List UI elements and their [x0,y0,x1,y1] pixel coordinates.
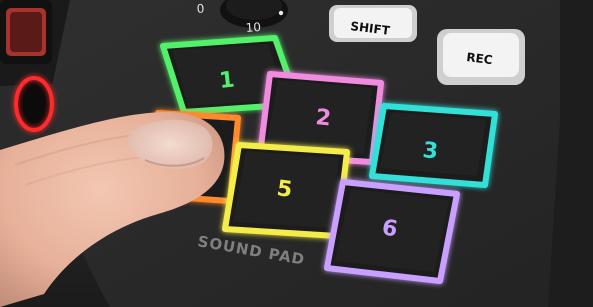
sound-pad-photo: 0 10 SHIFT REC 1 2 3 5 6 SOUND PAD [0,0,593,307]
left-knob[interactable] [0,0,52,64]
knob-max-label: 10 [245,20,261,35]
knob-min-label: 0 [196,1,205,15]
red-light-button[interactable] [14,76,54,132]
pad-1-label: 1 [218,68,236,94]
pad-3-label: 3 [421,138,439,164]
knob-scale-indicator [278,10,284,16]
pad-2-label: 2 [314,105,332,131]
